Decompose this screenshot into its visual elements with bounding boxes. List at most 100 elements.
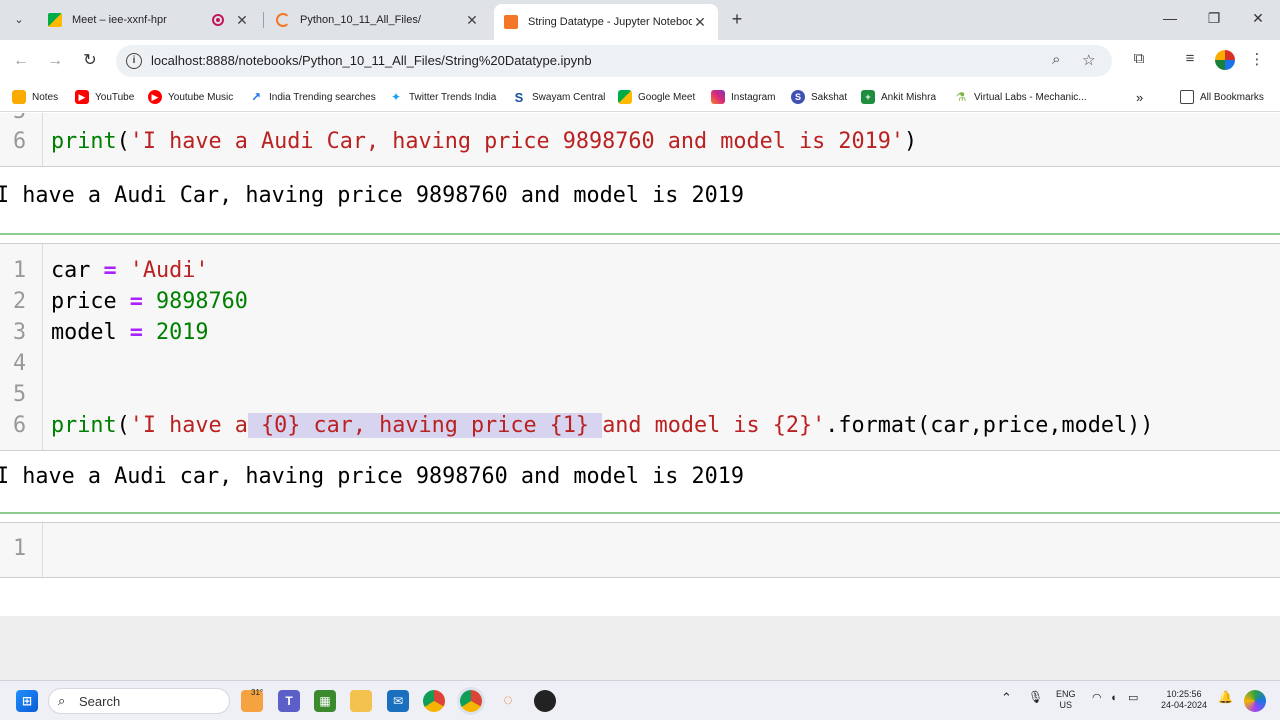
close-window-icon[interactable]: ✕ bbox=[1248, 10, 1268, 27]
tab-title: String Datatype - Jupyter Notebook bbox=[528, 16, 692, 28]
profile-avatar[interactable] bbox=[1215, 50, 1235, 70]
notifications-icon[interactable]: 🔔 bbox=[1218, 691, 1233, 703]
string-literal: 'I have a Audi Car, having price 9898760… bbox=[129, 129, 904, 154]
bookmark-youtube[interactable]: ▶ YouTube bbox=[75, 88, 134, 106]
time: 10:25:56 bbox=[1166, 689, 1202, 699]
bookmark-star-icon[interactable]: ☆ bbox=[1082, 51, 1095, 69]
line-number: 6 bbox=[13, 413, 27, 438]
media-control-icon[interactable]: ≡ bbox=[1179, 50, 1201, 67]
bookmark-google-meet[interactable]: Google Meet bbox=[618, 88, 695, 106]
copilot-icon[interactable] bbox=[1244, 690, 1266, 712]
line-number: 3 bbox=[13, 320, 27, 345]
code-line-6[interactable]: print('I have a Audi Car, having price 9… bbox=[51, 129, 917, 154]
close-tab-icon[interactable]: ✕ bbox=[464, 12, 480, 29]
date: 24-04-2024 bbox=[1160, 700, 1208, 710]
tab-search-chevron-icon[interactable]: ⌄ bbox=[8, 9, 30, 31]
code-line-2[interactable]: price = 9898760 bbox=[51, 289, 248, 314]
wifi-icon[interactable]: ◠ bbox=[1092, 693, 1102, 704]
bookmark-twitter-trends[interactable]: ✦ Twitter Trends India bbox=[389, 88, 496, 106]
bookmark-virtual-labs[interactable]: ⚗ Virtual Labs - Mechanic... bbox=[954, 88, 1087, 106]
back-arrow-icon[interactable]: ← bbox=[10, 50, 32, 72]
teams-icon[interactable]: T bbox=[278, 690, 300, 712]
string-literal: 'I have a bbox=[129, 413, 248, 438]
bookmark-label: Instagram bbox=[731, 91, 776, 103]
variable-name: model bbox=[51, 320, 117, 345]
string-literal: and model is {2}' bbox=[602, 413, 826, 438]
bookmark-youtube-music[interactable]: ▶ Youtube Music bbox=[148, 88, 233, 106]
forward-arrow-icon[interactable]: → bbox=[44, 50, 66, 72]
bookmark-label: Notes bbox=[32, 91, 59, 103]
swayam-icon: S bbox=[514, 89, 524, 105]
search-label: Search bbox=[79, 694, 121, 709]
cell-1-output: I have a Audi Car, having price 9898760 … bbox=[0, 183, 745, 208]
jupyter-loading-icon bbox=[276, 13, 290, 27]
browser-tab-strip: ⌄ Meet – iee-xxnf-hpr ✕ Python_10_11_All… bbox=[0, 0, 1280, 40]
tab-python-files[interactable]: Python_10_11_All_Files/ ✕ bbox=[266, 6, 490, 34]
volume-icon[interactable]: ◖ bbox=[1110, 693, 1117, 704]
notebook-bottom-area bbox=[0, 616, 1280, 681]
address-bar[interactable]: i localhost:8888/notebooks/Python_10_11_… bbox=[116, 45, 1112, 77]
assign-operator: = bbox=[129, 320, 143, 345]
bookmark-ankit-mishra[interactable]: + Ankit Mishra bbox=[861, 88, 936, 106]
code-line-3[interactable]: model = 2019 bbox=[51, 320, 209, 345]
bookmark-label: Twitter Trends India bbox=[409, 91, 497, 103]
code-cell-1[interactable]: 5 6 print('I have a Audi Car, having pri… bbox=[0, 113, 1280, 167]
bookmark-instagram[interactable]: Instagram bbox=[711, 88, 775, 106]
tab-string-datatype[interactable]: String Datatype - Jupyter Notebook ✕ bbox=[494, 4, 718, 40]
tab-separator bbox=[263, 12, 264, 28]
mail-icon[interactable]: ✉ bbox=[387, 690, 409, 712]
microphone-icon[interactable]: 🎙 bbox=[1028, 691, 1043, 703]
minimize-icon[interactable]: — bbox=[1160, 10, 1180, 26]
paren: ( bbox=[116, 129, 130, 154]
youtube-music-icon: ▶ bbox=[148, 90, 162, 104]
app-grid-icon[interactable]: ▦ bbox=[314, 690, 336, 712]
close-tab-icon[interactable]: ✕ bbox=[692, 14, 708, 31]
code-line-6[interactable]: print('I have a {0} car, having price {1… bbox=[51, 413, 1153, 438]
obs-icon[interactable] bbox=[534, 690, 556, 712]
string-literal: 'Audi' bbox=[129, 258, 209, 283]
cell-2-output: I have a Audi car, having price 9898760 … bbox=[0, 464, 745, 489]
site-info-icon[interactable]: i bbox=[126, 53, 142, 69]
url-text[interactable]: localhost:8888/notebooks/Python_10_11_Al… bbox=[151, 53, 592, 68]
restore-icon[interactable]: ❐ bbox=[1204, 10, 1224, 27]
chrome-icon[interactable] bbox=[423, 690, 445, 712]
tab-google-meet[interactable]: Meet – iee-xxnf-hpr ✕ bbox=[38, 6, 260, 34]
number-literal: 2019 bbox=[156, 320, 209, 345]
language-indicator[interactable]: ENG US bbox=[1056, 689, 1076, 711]
bookmark-india-trending[interactable]: ↗ India Trending searches bbox=[249, 88, 376, 106]
all-bookmarks[interactable]: All Bookmarks bbox=[1180, 88, 1264, 106]
bookmark-sakshat[interactable]: S Sakshat bbox=[791, 88, 847, 106]
new-tab-icon[interactable]: + bbox=[727, 9, 747, 29]
trending-icon: ↗ bbox=[250, 90, 262, 104]
format-call: .format(car,price,model)) bbox=[825, 413, 1154, 438]
language: ENG bbox=[1056, 689, 1076, 699]
paren: ( bbox=[116, 413, 130, 438]
jupyter-icon[interactable]: ◌ bbox=[497, 690, 519, 712]
zoom-search-icon[interactable]: ⌕ bbox=[1052, 51, 1060, 68]
bookmark-notes[interactable]: Notes bbox=[12, 88, 58, 106]
reload-icon[interactable]: ↻ bbox=[79, 50, 101, 72]
windows-start-icon[interactable]: ⊞ bbox=[16, 690, 38, 712]
bookmark-swayam[interactable]: S Swayam Central bbox=[512, 88, 606, 106]
cell-divider bbox=[0, 233, 1280, 235]
code-cell-3[interactable]: 1 bbox=[0, 522, 1280, 578]
chrome-active-icon[interactable] bbox=[460, 690, 482, 712]
code-cell-2[interactable]: 1 2 3 4 5 6 car = 'Audi' price = 9898760… bbox=[0, 243, 1280, 451]
line-number: 6 bbox=[13, 129, 27, 154]
windows-taskbar: ⊞ ⌕ Search 31° T ▦ ✉ ◌ ⌃ 🎙 ENG US ◠ ◖ ▭ 1… bbox=[0, 680, 1280, 720]
close-tab-icon[interactable]: ✕ bbox=[234, 12, 250, 29]
code-line-1[interactable]: car = 'Audi' bbox=[51, 258, 209, 283]
assign-operator: = bbox=[103, 258, 117, 283]
more-menu-icon[interactable]: ⋮ bbox=[1246, 50, 1268, 68]
variable-name: price bbox=[51, 289, 117, 314]
clock[interactable]: 10:25:56 24-04-2024 bbox=[1156, 689, 1212, 711]
file-explorer-icon[interactable] bbox=[350, 690, 372, 712]
browser-toolbar: ← → ↻ i localhost:8888/notebooks/Python_… bbox=[0, 40, 1280, 82]
more-bookmarks-icon[interactable]: » bbox=[1136, 88, 1143, 106]
google-meet-icon bbox=[48, 13, 62, 27]
tray-chevron-icon[interactable]: ⌃ bbox=[1001, 691, 1012, 704]
battery-icon[interactable]: ▭ bbox=[1128, 693, 1138, 704]
text-selection[interactable]: {0} car, having price {1} bbox=[247, 413, 603, 438]
taskbar-search[interactable]: ⌕ Search bbox=[48, 688, 230, 714]
extensions-icon[interactable]: ⧉ bbox=[1128, 50, 1150, 67]
